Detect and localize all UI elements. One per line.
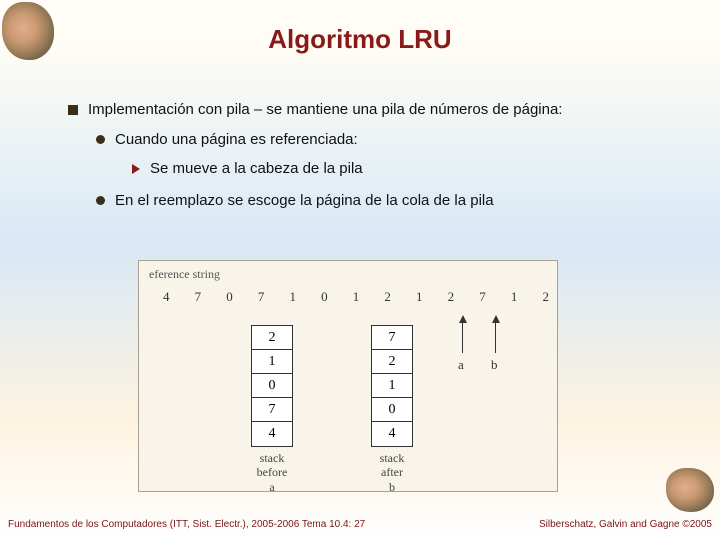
stack-cell: 0 — [372, 398, 412, 422]
bullet-text: Cuando una página es referenciada: — [115, 130, 358, 150]
circle-bullet-icon — [96, 196, 105, 205]
label-line: a — [269, 480, 274, 494]
label-line: stack — [260, 451, 285, 465]
slide-title: Algoritmo LRU — [0, 24, 720, 55]
label-line: b — [389, 480, 395, 494]
ref-digit: 0 — [226, 289, 233, 305]
ref-digit: 2 — [543, 289, 550, 305]
square-bullet-icon — [68, 105, 78, 115]
bullet-level1: Implementación con pila – se mantiene un… — [68, 100, 692, 120]
dinosaur-logo-bottom — [666, 468, 714, 512]
stack-cell: 7 — [252, 398, 292, 422]
stack-cell: 2 — [252, 326, 292, 350]
stack-cell: 4 — [372, 422, 412, 446]
stack-before: 2 1 0 7 4 — [251, 325, 293, 447]
bullet-level3: Se mueve a la cabeza de la pila — [132, 159, 692, 179]
ref-digit: 1 — [511, 289, 518, 305]
arrow-up-icon — [459, 315, 467, 323]
stack-cell: 0 — [252, 374, 292, 398]
stack-cell: 7 — [372, 326, 412, 350]
stack-cell: 2 — [372, 350, 412, 374]
label-line: before — [257, 465, 288, 479]
ref-digit: 7 — [195, 289, 202, 305]
arrow-stem — [495, 323, 496, 353]
ref-digit: 1 — [353, 289, 360, 305]
reference-string-label: eference string — [149, 267, 220, 282]
label-line: stack — [380, 451, 405, 465]
ref-digit: 7 — [258, 289, 265, 305]
ref-digit: 0 — [321, 289, 328, 305]
stack-label-a: stack before a — [251, 451, 293, 494]
arrow-label-b: b — [491, 357, 498, 373]
bullet-text: Se mueve a la cabeza de la pila — [150, 159, 363, 179]
footer-right: Silberschatz, Galvin and Gagne ©2005 — [539, 519, 712, 530]
stack-label-b: stack after b — [371, 451, 413, 494]
triangle-bullet-icon — [132, 164, 140, 174]
stack-cell: 1 — [372, 374, 412, 398]
bullet-level2: Cuando una página es referenciada: — [96, 130, 692, 150]
reference-string: 4 7 0 7 1 0 1 2 1 2 7 1 2 — [163, 289, 549, 305]
bullet-text: Implementación con pila – se mantiene un… — [88, 100, 562, 120]
bullet-text: En el reemplazo se escoge la página de l… — [115, 191, 494, 211]
arrow-label-a: a — [458, 357, 464, 373]
arrow-stem — [462, 323, 463, 353]
ref-digit: 7 — [479, 289, 486, 305]
footer-left: Fundamentos de los Computadores (ITT, Si… — [8, 519, 365, 530]
stack-cell: 1 — [252, 350, 292, 374]
ref-digit: 1 — [290, 289, 297, 305]
circle-bullet-icon — [96, 135, 105, 144]
bullet-level2: En el reemplazo se escoge la página de l… — [96, 191, 692, 211]
stack-after: 7 2 1 0 4 — [371, 325, 413, 447]
ref-digit: 4 — [163, 289, 170, 305]
stack-cell: 4 — [252, 422, 292, 446]
ref-digit: 2 — [448, 289, 455, 305]
ref-digit: 2 — [384, 289, 391, 305]
label-line: after — [381, 465, 403, 479]
lru-stack-diagram: eference string 4 7 0 7 1 0 1 2 1 2 7 1 … — [138, 260, 558, 492]
content-area: Implementación con pila – se mantiene un… — [68, 100, 692, 217]
arrow-up-icon — [492, 315, 500, 323]
ref-digit: 1 — [416, 289, 423, 305]
